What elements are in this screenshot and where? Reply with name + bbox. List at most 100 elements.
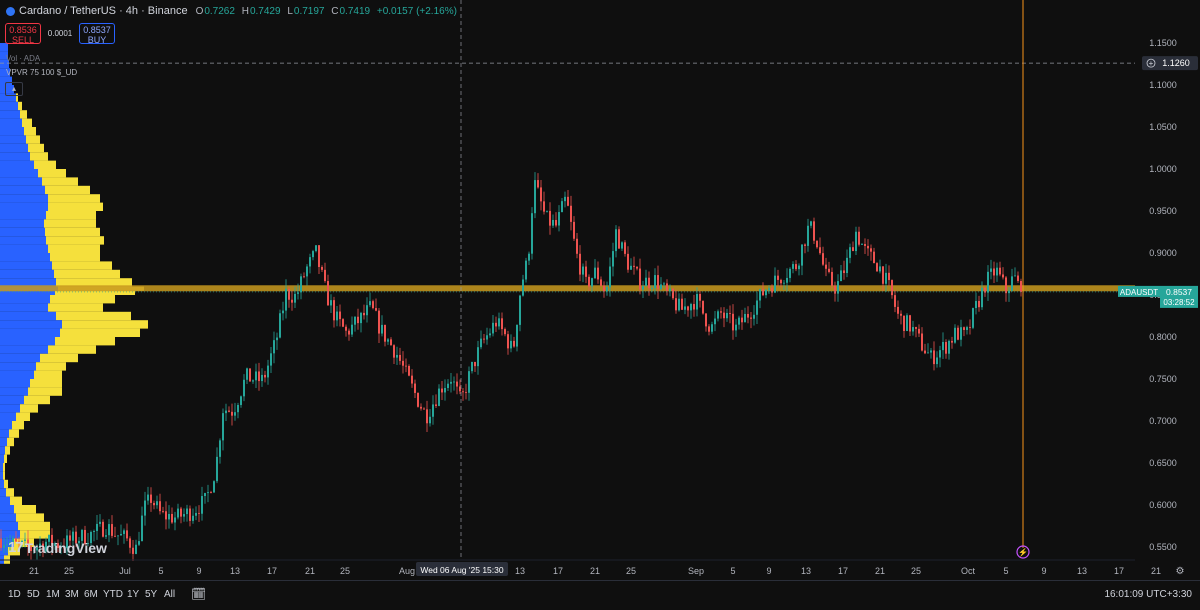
vp-bar-up <box>0 446 5 455</box>
candle <box>180 508 182 517</box>
timeframe-1y[interactable]: 1Y <box>127 589 139 600</box>
candle <box>537 180 539 188</box>
candle <box>351 324 353 335</box>
candle <box>666 283 668 291</box>
candle <box>762 289 764 296</box>
close-label: C <box>331 5 339 17</box>
candle <box>186 508 188 515</box>
candle <box>474 362 476 367</box>
timeframe-all[interactable]: All <box>164 589 175 600</box>
vp-bar-up <box>0 135 26 144</box>
candle <box>483 338 485 340</box>
timeframe-6m[interactable]: 6M <box>84 589 98 600</box>
candle <box>777 275 779 280</box>
candle <box>993 268 995 276</box>
plus-glyph: + <box>1149 59 1154 68</box>
timeframe-1d[interactable]: 1D <box>8 589 21 600</box>
timeframe-5y[interactable]: 5Y <box>145 589 157 600</box>
x-tick-label: 17 <box>838 566 848 576</box>
candle <box>267 365 269 378</box>
candle <box>711 324 713 332</box>
candle <box>0 538 2 548</box>
candle <box>657 275 659 289</box>
candle <box>486 335 488 340</box>
candle <box>951 340 953 343</box>
candle <box>297 292 299 294</box>
candle <box>624 242 626 254</box>
y-tick-label: 0.6500 <box>1149 458 1177 468</box>
candle <box>654 275 656 289</box>
candle <box>306 266 308 277</box>
volume-indicator-label[interactable]: Vol · ADA <box>6 54 40 63</box>
candle <box>645 277 647 287</box>
candle <box>528 253 530 261</box>
settings-gear-icon[interactable]: ⚙ <box>1176 566 1185 577</box>
candle <box>279 313 281 338</box>
candle <box>498 318 500 327</box>
vp-bar-up <box>0 429 9 438</box>
vp-bar-up <box>0 177 42 186</box>
candle <box>249 368 251 382</box>
vp-bar-up <box>0 295 50 304</box>
candle <box>315 245 317 252</box>
candle <box>252 380 254 382</box>
crosshair-price-value: 1.1260 <box>1162 58 1190 68</box>
price-chart[interactable]: ⚡ 1.1500 1.1000 1.0500 1.0000 0.9500 0.9000 0.… <box>0 0 1200 580</box>
vp-bar-down <box>14 505 36 514</box>
candle <box>405 365 407 367</box>
candle <box>810 221 812 226</box>
candle <box>996 267 998 276</box>
candle <box>741 317 743 323</box>
vp-bar-down <box>18 101 22 111</box>
x-tick-label: 17 <box>553 566 563 576</box>
vpvr-indicator-label[interactable]: VPVR 75 100 $_UD <box>6 68 77 77</box>
x-tick-label: 21 <box>305 566 315 576</box>
candle <box>573 221 575 239</box>
candle <box>396 354 398 358</box>
candle <box>492 322 494 334</box>
timeframe-ytd[interactable]: YTD <box>103 589 123 600</box>
chart-title[interactable]: Cardano / TetherUS · 4h · Binance <box>19 5 188 17</box>
timeframe-5d[interactable]: 5D <box>27 589 40 600</box>
sell-button[interactable]: 0.8536 SELL <box>5 23 41 45</box>
x-tick-label: 13 <box>515 566 525 576</box>
candle <box>264 374 266 378</box>
candle <box>429 416 431 424</box>
candle <box>969 327 971 328</box>
collapse-indicators-button[interactable]: ▴ <box>5 82 23 96</box>
high-label: H <box>241 5 249 17</box>
candle <box>753 314 755 319</box>
vp-bar-up <box>0 169 38 178</box>
candle <box>1020 281 1022 292</box>
candle <box>588 276 590 287</box>
candle <box>924 350 926 354</box>
timeframe-1m[interactable]: 1M <box>46 589 60 600</box>
x-tick-label: 21 <box>1151 566 1161 576</box>
candle <box>153 502 155 506</box>
x-tick-label: 25 <box>64 566 74 576</box>
x-tick-label: 9 <box>1041 566 1046 576</box>
vp-bar-up <box>0 185 45 195</box>
candle <box>690 304 692 311</box>
candle <box>669 288 671 291</box>
vp-bar-down <box>6 488 14 497</box>
candle <box>558 212 560 226</box>
candle <box>561 201 563 213</box>
candle <box>1017 275 1019 282</box>
buy-button[interactable]: 0.8537 BUY <box>79 23 115 45</box>
vp-bar-up <box>0 479 4 489</box>
buy-price: 0.8537 <box>83 25 111 35</box>
candle <box>603 285 605 292</box>
clock-display[interactable]: 16:01:09 UTC+3:30 <box>1104 589 1192 600</box>
candle <box>522 279 524 296</box>
tradingview-logo[interactable]: 17 TradingView <box>8 539 107 556</box>
open-label: O <box>195 5 204 17</box>
vp-bar-down <box>46 211 96 220</box>
candle <box>699 293 701 301</box>
candle <box>210 492 212 494</box>
calendar-range-icon[interactable]: 🗓 <box>191 587 206 601</box>
vp-bar-down <box>3 471 5 480</box>
timeframe-3m[interactable]: 3M <box>65 589 79 600</box>
bottom-toolbar: 1D 5D 1M 3M 6M YTD 1Y 5Y All 🗓 16:01:09 … <box>0 580 1200 610</box>
vp-bar-down <box>4 454 7 463</box>
